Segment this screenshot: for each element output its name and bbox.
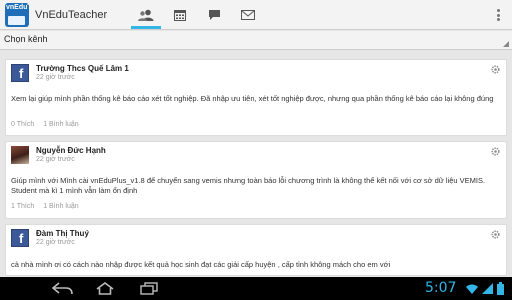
facebook-avatar-icon[interactable]: f bbox=[11, 64, 29, 82]
post-time: 22 giờ trước bbox=[36, 156, 75, 163]
app-logo[interactable]: vnEduT bbox=[5, 2, 29, 27]
post-stats: 1 Thích 1 Bình luận bbox=[11, 203, 79, 210]
app-logo-book bbox=[8, 15, 25, 25]
facebook-avatar-icon[interactable]: f bbox=[11, 229, 29, 247]
gear-icon[interactable] bbox=[490, 146, 501, 157]
status-clock: 5:07 bbox=[425, 280, 457, 296]
back-icon[interactable] bbox=[52, 282, 74, 295]
user-avatar[interactable] bbox=[11, 146, 29, 164]
like-count[interactable]: 0 Thích bbox=[11, 121, 34, 128]
battery-icon bbox=[497, 282, 504, 295]
tab-bar bbox=[129, 0, 265, 30]
post-body: cả nhà mình ơi có cách nào nhập được kết… bbox=[11, 260, 391, 269]
post-time: 22 giờ trước bbox=[36, 74, 75, 81]
calendar-icon bbox=[174, 9, 186, 21]
system-bar: 5:07 bbox=[0, 277, 512, 300]
chat-bubble-icon bbox=[208, 9, 220, 20]
gear-icon[interactable] bbox=[490, 229, 501, 240]
comment-count[interactable]: 1 Bình luận bbox=[43, 121, 78, 128]
comment-count[interactable]: 1 Bình luận bbox=[43, 203, 78, 210]
tab-people[interactable] bbox=[129, 0, 163, 30]
feed-card[interactable]: f Trường Thcs Quế Lâm 1 22 giờ trước Xem… bbox=[5, 59, 507, 136]
post-stats: 0 Thích 1 Bình luận bbox=[11, 121, 79, 128]
dropdown-corner-icon bbox=[503, 41, 509, 47]
recent-apps-icon[interactable] bbox=[139, 282, 159, 295]
channel-selector[interactable]: Chọn kênh bbox=[0, 31, 512, 50]
post-author[interactable]: Trường Thcs Quế Lâm 1 bbox=[36, 64, 129, 73]
feed-card[interactable]: Nguyễn Đức Hạnh 22 giờ trước Giúp mình v… bbox=[5, 141, 507, 219]
post-body: Giúp mình với Mình cài vnEduPlus_v1.8 để… bbox=[11, 176, 486, 195]
tab-chat[interactable] bbox=[197, 0, 231, 30]
post-author[interactable]: Nguyễn Đức Hạnh bbox=[36, 146, 106, 155]
feed-card[interactable]: f Đàm Thị Thuý 22 giờ trước cả nhà mình … bbox=[5, 224, 507, 276]
overflow-menu-icon[interactable] bbox=[496, 9, 500, 21]
gear-icon[interactable] bbox=[490, 64, 501, 75]
action-bar: vnEduT VnEduTeacher bbox=[0, 0, 512, 30]
like-count[interactable]: 1 Thích bbox=[11, 203, 34, 210]
channel-selector-label: Chọn kênh bbox=[4, 34, 48, 44]
tab-mail[interactable] bbox=[231, 0, 265, 30]
app-title: VnEduTeacher bbox=[35, 8, 108, 21]
post-time: 22 giờ trước bbox=[36, 239, 75, 246]
signal-icon bbox=[482, 283, 493, 294]
post-body: Xem lại giúp mình phần thống kê báo cáo … bbox=[11, 94, 494, 103]
envelope-icon bbox=[241, 9, 255, 20]
home-icon[interactable] bbox=[95, 282, 115, 295]
people-icon bbox=[138, 9, 154, 21]
tab-calendar[interactable] bbox=[163, 0, 197, 30]
post-author[interactable]: Đàm Thị Thuý bbox=[36, 229, 89, 238]
wifi-icon bbox=[466, 284, 478, 294]
app-logo-text: vnEduT bbox=[6, 3, 29, 11]
